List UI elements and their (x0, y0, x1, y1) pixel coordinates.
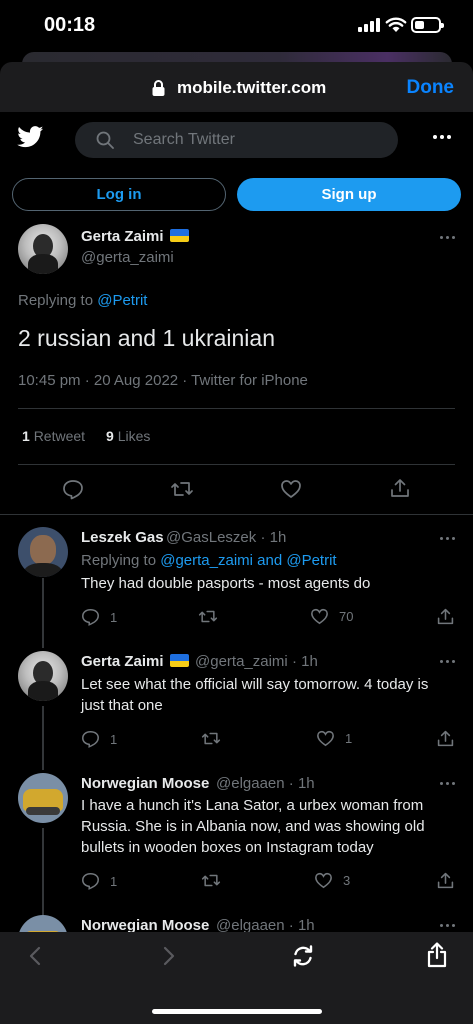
retweet-action[interactable] (198, 608, 228, 625)
share-icon[interactable] (436, 607, 455, 626)
tweet-text: 2 russian and 1 ukrainian (18, 325, 275, 351)
reply-text: They had double pasports - most agents d… (81, 575, 371, 592)
tweet-more-icon[interactable] (440, 924, 455, 927)
author-name[interactable]: Gerta Zaimi (81, 228, 189, 245)
retweet-icon (201, 874, 221, 887)
reply-author-handle[interactable]: @gerta_zaimi · 1h (195, 653, 318, 670)
ukraine-flag-icon (169, 654, 189, 667)
divider (0, 514, 473, 515)
reply-text-line: bullets in wooden boxes on Instagram tod… (81, 839, 374, 856)
retweet-action[interactable] (201, 872, 231, 889)
status-time: 00:18 (44, 14, 96, 36)
reply-icon[interactable] (62, 479, 84, 500)
tweet-more-icon[interactable] (440, 660, 455, 663)
lock-icon (152, 80, 165, 96)
reply-author-name[interactable]: Norwegian Moose (81, 775, 209, 792)
avatar[interactable] (18, 527, 68, 577)
home-indicator[interactable] (152, 1009, 322, 1014)
divider (18, 464, 455, 465)
reply-action[interactable]: 1 (81, 608, 117, 626)
like-action[interactable]: 70 (310, 608, 353, 625)
author-handle[interactable]: @gerta_zaimi (81, 249, 174, 266)
like-icon (315, 872, 332, 889)
like-icon (317, 730, 334, 747)
likes-stat[interactable]: 9 Likes (106, 428, 150, 444)
like-action[interactable]: 1 (316, 730, 352, 747)
forward-icon[interactable] (162, 946, 176, 966)
search-icon (96, 131, 114, 149)
avatar[interactable] (18, 773, 68, 823)
replying-to: Replying to @gerta_zaimi and @Petrit (81, 552, 337, 569)
share-icon[interactable] (436, 729, 455, 748)
share-icon[interactable] (436, 871, 455, 890)
retweet-icon (201, 732, 221, 745)
done-button[interactable]: Done (407, 77, 455, 99)
tweet-meta: 10:45 pm · 20 Aug 2022 · Twitter for iPh… (18, 372, 308, 389)
reply-text-line: Russia. She is in Albania now, and was s… (81, 818, 425, 835)
like-action[interactable]: 3 (314, 872, 350, 889)
thread-line (42, 578, 44, 648)
browser-url-bar: mobile.twitter.com Done (0, 62, 473, 112)
url-text[interactable]: mobile.twitter.com (177, 78, 326, 98)
replying-to: Replying to @Petrit (18, 292, 148, 309)
tweet-more-icon[interactable] (440, 537, 455, 540)
tweet-more-icon[interactable] (440, 782, 455, 785)
twitter-header: Search Twitter (0, 112, 473, 166)
divider (18, 408, 455, 409)
search-input[interactable]: Search Twitter (75, 122, 398, 158)
reload-icon[interactable] (291, 944, 315, 968)
like-icon (311, 608, 328, 625)
thread-line (42, 828, 44, 916)
battery-icon (411, 17, 444, 33)
reply-text-line: Let see what the official will say tomor… (81, 676, 429, 693)
status-bar: 00:18 (0, 0, 473, 56)
thread-line (42, 706, 44, 770)
reply-text-line: just that one (81, 697, 163, 714)
reply-icon (82, 730, 99, 748)
back-icon[interactable] (28, 946, 42, 966)
reply-icon (82, 872, 99, 890)
cellular-signal-icon (358, 18, 380, 32)
retweet-icon[interactable] (170, 479, 194, 499)
reply-text-line: I have a hunch it's Lana Sator, a urbex … (81, 797, 424, 814)
share-icon[interactable] (389, 477, 411, 499)
more-options-icon[interactable] (433, 135, 451, 139)
reply-author-handle[interactable]: @elgaaen · 1h (216, 775, 315, 792)
replying-to-link[interactable]: @Petrit (97, 292, 147, 309)
search-placeholder: Search Twitter (133, 131, 235, 148)
reply-author-handle[interactable]: @GasLeszek · 1h (166, 529, 286, 546)
ukraine-flag-icon (169, 229, 189, 242)
avatar[interactable] (18, 224, 68, 274)
share-page-icon[interactable] (426, 942, 448, 968)
signup-button[interactable]: Sign up (237, 178, 461, 211)
retweet-action[interactable] (201, 730, 231, 747)
retweet-icon (198, 610, 218, 623)
login-button[interactable]: Log in (12, 178, 226, 211)
tweet-more-icon[interactable] (440, 236, 455, 239)
reply-action[interactable]: 1 (81, 872, 117, 890)
like-icon[interactable] (280, 479, 302, 499)
reply-author-name[interactable]: Gerta Zaimi (81, 653, 189, 670)
wifi-icon (385, 17, 407, 32)
reply-author-name[interactable]: Leszek Gas (81, 529, 164, 546)
avatar[interactable] (18, 651, 68, 701)
twitter-bird-icon[interactable] (17, 126, 44, 148)
reply-icon (82, 608, 99, 626)
reply-action[interactable]: 1 (81, 730, 117, 748)
replying-to-link[interactable]: @gerta_zaimi and @Petrit (160, 552, 336, 569)
retweet-stat[interactable]: 1 Retweet (22, 428, 85, 444)
